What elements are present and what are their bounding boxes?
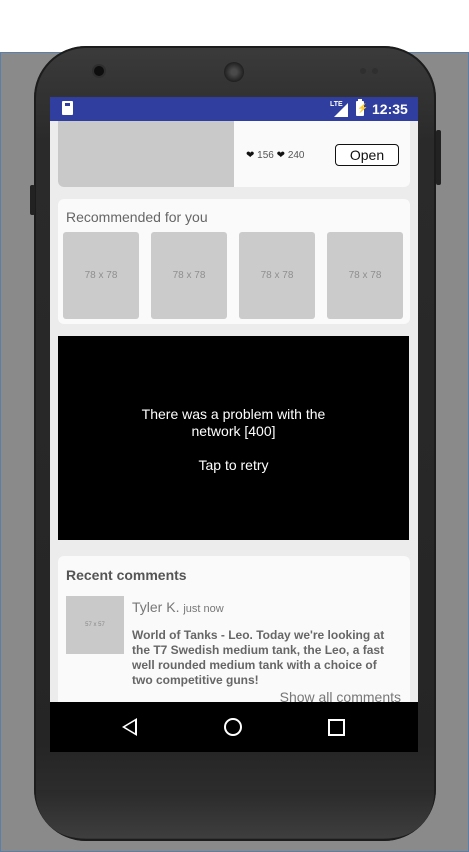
avatar[interactable]: 57 x 57 xyxy=(66,596,124,654)
sensor-left xyxy=(360,68,366,74)
error-line-2: network [400] xyxy=(191,423,276,439)
comments-title: Recent comments xyxy=(66,567,187,583)
status-time: 12:35 xyxy=(372,101,408,117)
comment-time: just now xyxy=(183,603,224,615)
show-all-comments-link[interactable]: Show all comments xyxy=(280,689,401,702)
recommended-item[interactable]: 78 x 78 xyxy=(327,232,403,319)
recommended-card: Recommended for you 78 x 78 78 x 78 78 x… xyxy=(58,199,410,324)
heart-icon: ❤ xyxy=(246,150,255,161)
side-button-left xyxy=(30,185,35,215)
open-button[interactable]: Open xyxy=(335,144,399,166)
recents-icon[interactable] xyxy=(328,719,345,736)
error-message: There was a problem with the network [40… xyxy=(58,406,409,440)
retry-link[interactable]: Tap to retry xyxy=(58,457,409,473)
network-error-panel[interactable]: There was a problem with the network [40… xyxy=(58,336,409,540)
speaker-grille xyxy=(224,62,244,82)
side-button-right xyxy=(436,130,441,185)
back-icon[interactable] xyxy=(122,718,137,736)
comment-text: World of Tanks - Leo. Today we're lookin… xyxy=(132,628,385,687)
likes-count: 156 xyxy=(257,150,274,161)
heart-icon: ❤ xyxy=(276,150,286,161)
top-item-card: ❤ 156 ❤ 240 Open xyxy=(58,121,410,187)
item-thumbnail[interactable] xyxy=(58,121,234,187)
sd-card-icon xyxy=(62,101,73,115)
sensor-right xyxy=(372,68,378,74)
recommended-item[interactable]: 78 x 78 xyxy=(151,232,227,319)
phone-screen: LTE ⚡ 12:35 ❤ 156 ❤ 240 Open Recommended… xyxy=(50,97,418,752)
comment-header: Tyler K. just now xyxy=(132,599,224,615)
signal-icon xyxy=(334,103,348,117)
phone-bottom-edge xyxy=(36,790,434,838)
comments-count: 240 xyxy=(287,150,305,161)
battery-charging-icon: ⚡ xyxy=(356,99,368,116)
recommended-item[interactable]: 78 x 78 xyxy=(63,232,139,319)
home-icon[interactable] xyxy=(224,718,242,736)
recommended-item[interactable]: 78 x 78 xyxy=(239,232,315,319)
status-bar: LTE ⚡ 12:35 xyxy=(50,97,418,121)
recent-comments-card: Recent comments 57 x 57 Tyler K. just no… xyxy=(58,556,410,702)
error-line-1: There was a problem with the xyxy=(141,406,326,422)
recommended-title: Recommended for you xyxy=(66,209,208,225)
front-camera-icon xyxy=(94,66,104,76)
item-stats: ❤ 156 ❤ 240 xyxy=(246,150,305,161)
scroll-content[interactable]: ❤ 156 ❤ 240 Open Recommended for you 78 … xyxy=(50,121,418,702)
navigation-bar xyxy=(50,702,418,752)
page-top-area xyxy=(0,0,469,52)
comment-author[interactable]: Tyler K. xyxy=(132,599,179,615)
